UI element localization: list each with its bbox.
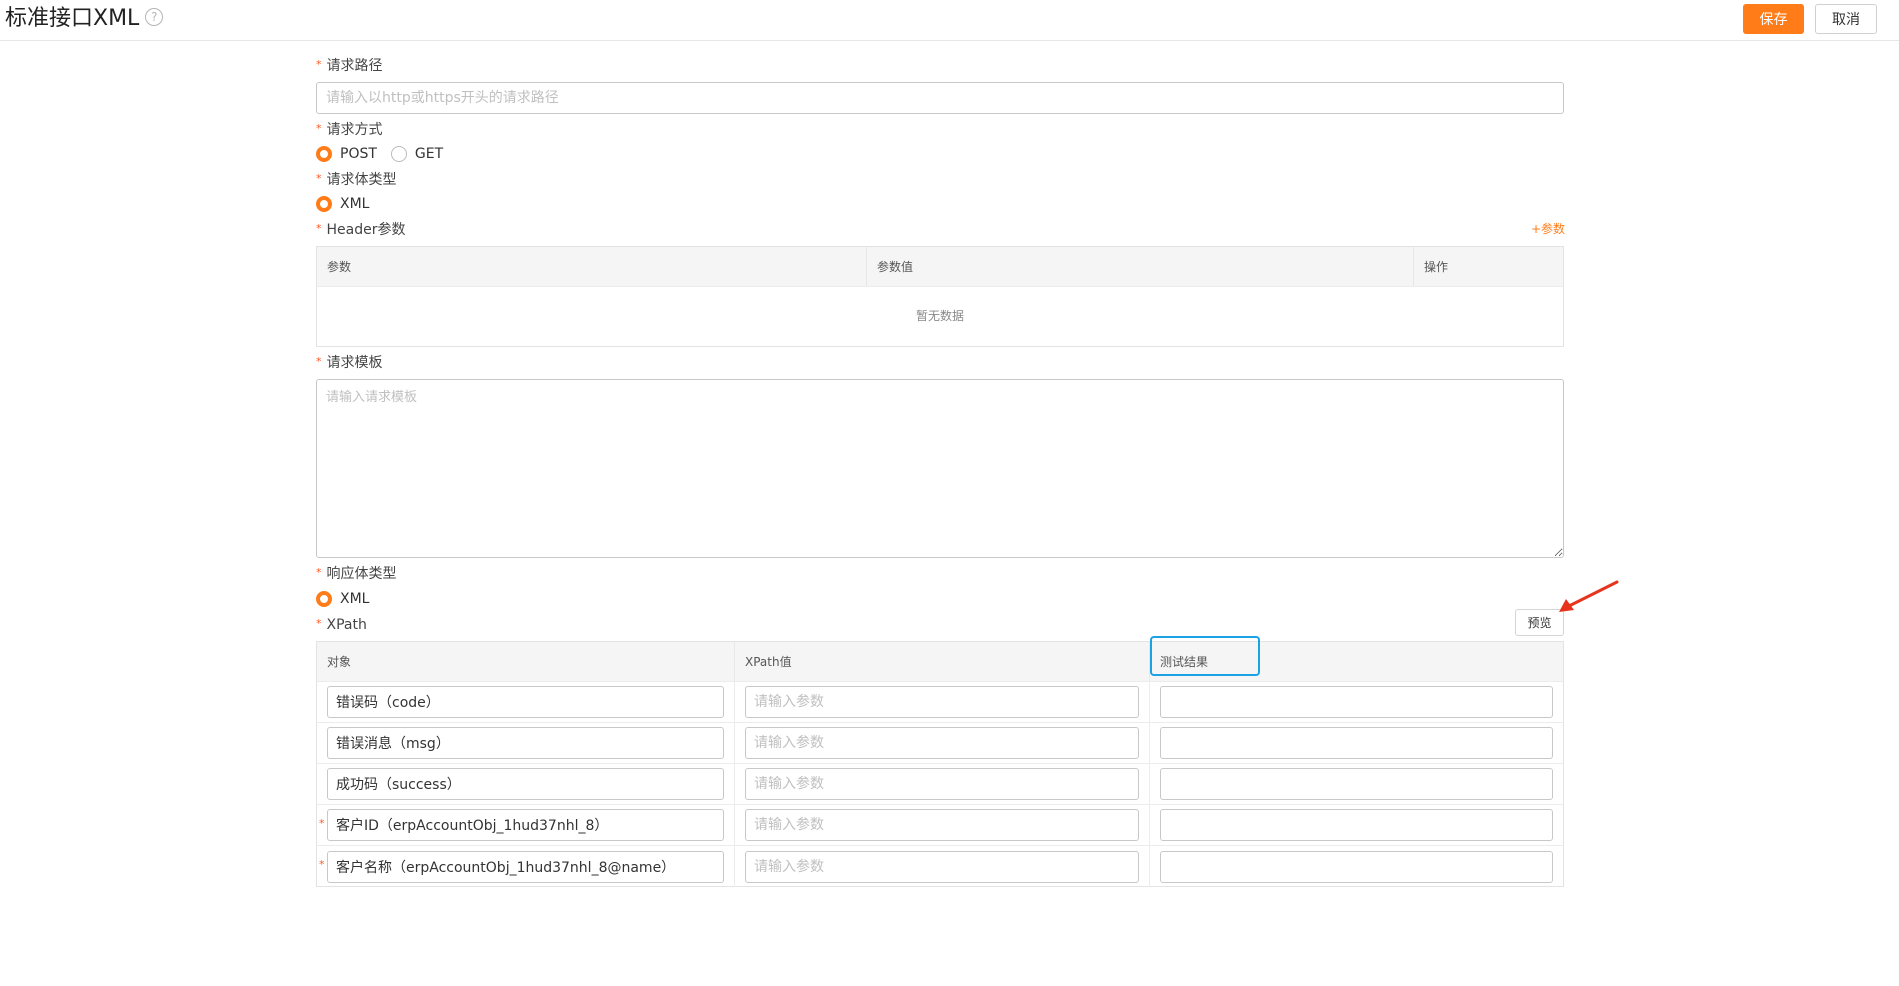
- object-cell: [317, 805, 734, 845]
- xpath-cell: [734, 846, 1149, 887]
- column-header-action: 操作: [1413, 247, 1563, 286]
- xpath-input[interactable]: [745, 809, 1139, 841]
- object-input[interactable]: [327, 727, 724, 759]
- highlight-annotation-box: [1150, 636, 1260, 676]
- response-body-type-label-text: 响应体类型: [326, 566, 397, 582]
- table-row: *: [317, 805, 1563, 846]
- header-params-table: 参数 参数值 操作 暂无数据: [316, 246, 1564, 347]
- xpath-label: * XPath: [316, 616, 367, 635]
- result-cell: [1149, 805, 1563, 845]
- object-input[interactable]: [327, 850, 724, 883]
- xpath-cell: [734, 723, 1149, 763]
- object-input[interactable]: [327, 768, 724, 800]
- top-bar: 标准接口XML? 保存 取消: [0, 0, 1899, 41]
- column-header-xpath-value: XPath值: [734, 642, 1149, 681]
- radio-checked-icon[interactable]: [316, 196, 332, 212]
- request-template-textarea[interactable]: [316, 379, 1564, 558]
- request-method-label: * 请求方式: [316, 121, 383, 140]
- request-path-label: * 请求路径: [316, 57, 383, 76]
- xpath-cell: [734, 682, 1149, 722]
- page-title: 标准接口XML?: [5, 5, 164, 33]
- result-input[interactable]: [1160, 809, 1553, 841]
- question-circle-icon[interactable]: ?: [145, 8, 164, 26]
- object-input[interactable]: [327, 809, 724, 841]
- required-mark: *: [319, 858, 325, 871]
- required-mark: *: [316, 122, 322, 135]
- xpath-cell: [734, 805, 1149, 845]
- table-header: 对象 XPath值 测试结果: [317, 636, 1563, 682]
- object-cell: [317, 682, 734, 722]
- cancel-button[interactable]: 取消: [1815, 4, 1877, 34]
- request-body-type-radio-group: XML: [316, 195, 383, 213]
- xpath-input[interactable]: [745, 727, 1139, 759]
- table-row: *: [317, 846, 1563, 887]
- result-input[interactable]: [1160, 768, 1553, 800]
- page-title-text: 标准接口XML: [5, 6, 140, 31]
- table-header: 参数 参数值 操作: [317, 247, 1563, 287]
- result-cell: [1149, 723, 1563, 763]
- radio-post[interactable]: POST: [316, 146, 377, 162]
- request-body-type-label: * 请求体类型: [316, 171, 397, 190]
- request-path-input[interactable]: [316, 82, 1564, 114]
- result-cell: [1149, 846, 1563, 887]
- red-arrow-annotation-icon: [1559, 580, 1619, 612]
- radio-checked-icon[interactable]: [316, 591, 332, 607]
- xpath-input[interactable]: [745, 686, 1139, 718]
- response-body-type-radio-group: XML: [316, 590, 383, 608]
- request-method-label-text: 请求方式: [326, 122, 383, 138]
- radio-checked-icon[interactable]: [316, 146, 332, 162]
- radio-get-label: GET: [414, 146, 444, 162]
- column-header-param: 参数: [327, 260, 352, 274]
- object-input[interactable]: [327, 686, 724, 718]
- add-param-button[interactable]: +参数: [1531, 220, 1565, 237]
- radio-unchecked-icon[interactable]: [390, 146, 407, 162]
- radio-get[interactable]: GET: [390, 146, 444, 162]
- required-mark: *: [316, 355, 322, 368]
- result-input[interactable]: [1160, 727, 1553, 759]
- object-cell: [317, 846, 734, 887]
- required-mark: *: [319, 817, 325, 830]
- header-params-label-text: Header参数: [326, 222, 406, 238]
- table-row: [317, 682, 1563, 723]
- header-params-label: * Header参数: [316, 221, 405, 240]
- radio-request-xml[interactable]: XML: [316, 196, 369, 212]
- xpath-input[interactable]: [745, 768, 1139, 800]
- request-body-type-label-text: 请求体类型: [326, 172, 397, 188]
- column-header-param-value: 参数值: [866, 247, 1413, 286]
- required-mark: *: [316, 566, 322, 579]
- object-cell: [317, 723, 734, 763]
- request-template-label-text: 请求模板: [326, 355, 383, 371]
- radio-response-xml[interactable]: XML: [316, 591, 369, 607]
- radio-request-xml-label: XML: [340, 196, 370, 212]
- table-row: [317, 764, 1563, 805]
- xpath-table: 对象 XPath值 测试结果 * *: [316, 636, 1564, 887]
- request-method-radio-group: POST GET: [316, 145, 457, 163]
- response-body-type-label: * 响应体类型: [316, 565, 397, 584]
- xpath-label-text: XPath: [326, 617, 367, 633]
- save-button[interactable]: 保存: [1743, 4, 1804, 34]
- request-path-label-text: 请求路径: [326, 58, 383, 74]
- result-cell: [1149, 764, 1563, 804]
- xpath-input[interactable]: [745, 850, 1139, 883]
- result-cell: [1149, 682, 1563, 722]
- result-input[interactable]: [1160, 850, 1553, 883]
- xpath-cell: [734, 764, 1149, 804]
- empty-state-text: 暂无数据: [915, 309, 964, 323]
- radio-post-label: POST: [340, 146, 377, 162]
- column-header-object: 对象: [327, 655, 352, 669]
- radio-response-xml-label: XML: [340, 591, 370, 607]
- table-row: [317, 723, 1563, 764]
- required-mark: *: [316, 222, 322, 235]
- request-template-label: * 请求模板: [316, 354, 383, 373]
- result-input[interactable]: [1160, 686, 1553, 718]
- required-mark: *: [316, 172, 322, 185]
- object-cell: [317, 764, 734, 804]
- required-mark: *: [316, 617, 322, 630]
- required-mark: *: [316, 58, 322, 71]
